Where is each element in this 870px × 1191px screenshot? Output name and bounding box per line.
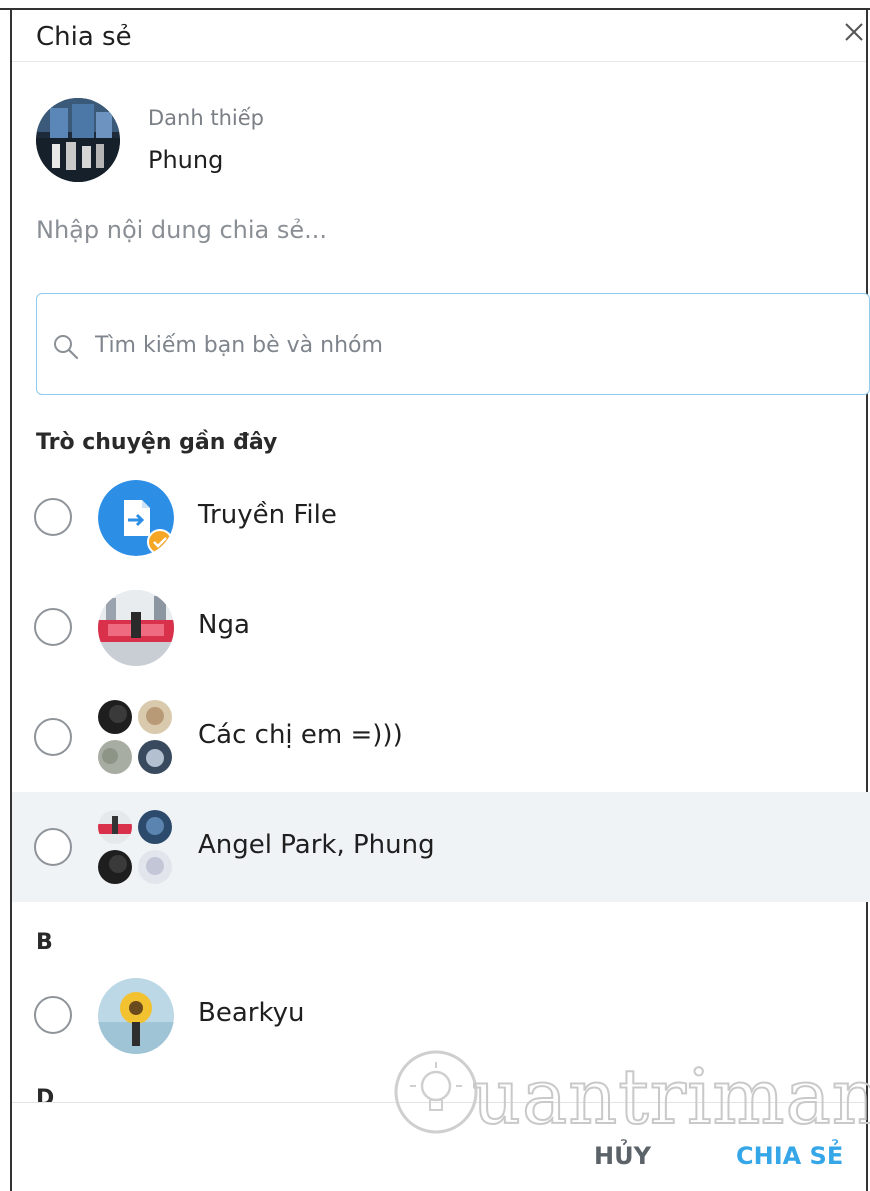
chat-name: Truyền File [198,500,337,530]
member-avatar [138,740,172,774]
contact-row-bearkyu[interactable]: Bearkyu [12,960,870,1070]
card-contact-name: Phung [148,146,224,174]
member-avatar [98,700,132,734]
footer-divider [12,1102,866,1103]
share-button[interactable]: CHIA SẺ [736,1142,843,1170]
close-icon[interactable] [840,18,868,46]
chat-row-truyen-file[interactable]: Truyền File [12,462,870,572]
search-icon [51,332,81,362]
chat-row-cac-chi-em[interactable]: Các chị em =))) [12,682,870,792]
avatar [98,590,174,666]
select-radio[interactable] [34,996,72,1034]
search-input[interactable] [95,324,835,366]
friend-search-box[interactable] [36,293,870,395]
member-avatar [138,850,172,884]
select-radio[interactable] [34,718,72,756]
card-label: Danh thiếp [148,106,264,130]
chat-name: Angel Park, Phung [198,830,435,860]
window-top-edge [0,0,870,10]
contact-name: Bearkyu [198,998,305,1028]
dialog-header: Chia sẻ [12,12,866,62]
chat-name: Nga [198,610,250,640]
select-radio[interactable] [34,498,72,536]
select-radio[interactable] [34,828,72,866]
contact-avatar [36,98,120,182]
member-avatar [98,810,132,844]
chat-name: Các chị em =))) [198,720,403,750]
section-letter-partial: D [36,1086,55,1102]
group-avatar [98,810,174,886]
cancel-button[interactable]: HỦY [594,1142,651,1170]
chat-row-angel-park-phung[interactable]: Angel Park, Phung [12,792,870,902]
share-message-input[interactable] [36,208,836,252]
file-transfer-icon [98,480,174,556]
section-letter-b: B [36,930,53,955]
member-avatar [98,740,132,774]
chat-row-nga[interactable]: Nga [12,572,870,682]
member-avatar [98,850,132,884]
select-radio[interactable] [34,608,72,646]
avatar [98,978,174,1054]
member-avatar [138,810,172,844]
dialog-title: Chia sẻ [36,22,132,52]
section-recent-chats: Trò chuyện gần đây [36,430,278,455]
group-avatar [98,700,174,776]
share-dialog: Chia sẻ Danh thiếp Phung Nhập nội dung c… [0,0,870,1191]
member-avatar [138,700,172,734]
